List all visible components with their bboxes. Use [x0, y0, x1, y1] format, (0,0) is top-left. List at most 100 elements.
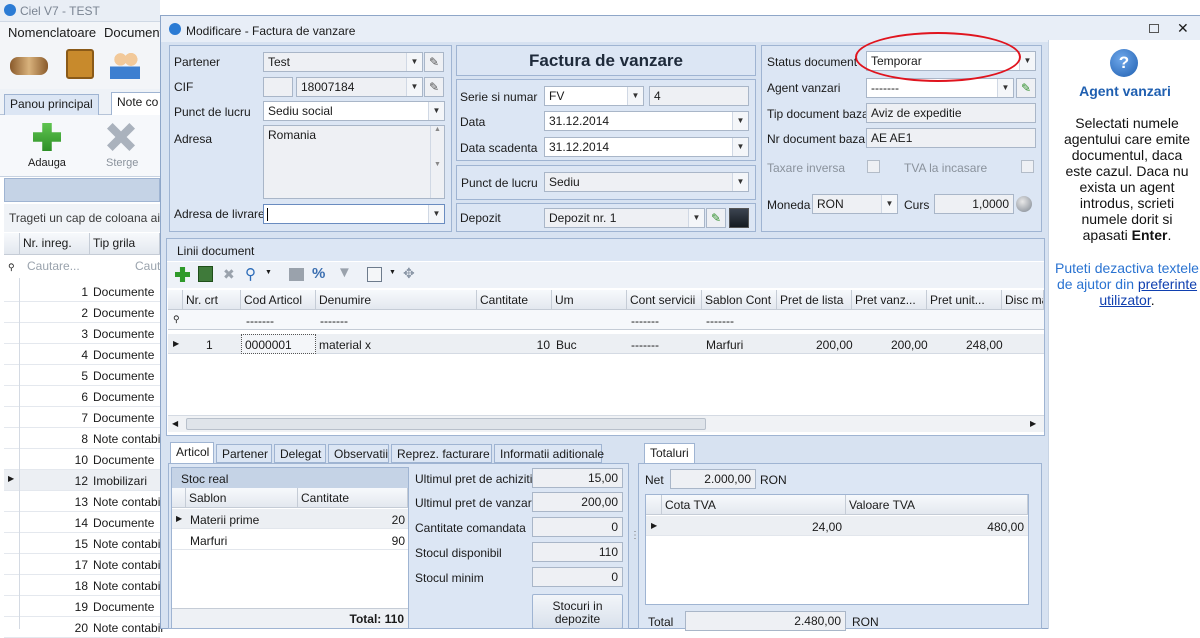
data-field[interactable]: 31.12.2014 ▼	[544, 111, 749, 131]
line-col-header[interactable]: Denumire	[316, 290, 477, 310]
partener-field[interactable]: Test ▼	[263, 52, 423, 72]
line-row[interactable]: ▶ 1 0000001 material x 10 Buc ------- Ma…	[168, 334, 1044, 354]
adresa-field[interactable]: Romania ▲ ▼	[263, 125, 445, 199]
tab-panou-principal[interactable]: Panou principal	[4, 94, 99, 115]
line-col-header[interactable]: Cantitate	[477, 290, 552, 310]
table-row[interactable]: 6 Documente	[4, 386, 160, 407]
chevron-down-icon[interactable]: ▼	[997, 79, 1013, 97]
line-col-header[interactable]: Cod Articol	[241, 290, 316, 310]
tab-articol[interactable]: Articol	[170, 442, 214, 464]
table-row[interactable]: 19 Documente	[4, 596, 160, 617]
depozit-edit-pencil-icon[interactable]: ✎	[706, 208, 726, 228]
table-row[interactable]: 8 Note contabil	[4, 428, 163, 449]
chevron-down-icon[interactable]: ▼	[688, 209, 704, 227]
total-field[interactable]: 2.480,00	[685, 611, 846, 631]
serie-field[interactable]: FV ▼	[544, 86, 644, 106]
stoc-minim-field[interactable]: 0	[532, 567, 623, 587]
restore-icon[interactable]	[1149, 24, 1159, 33]
punct-lucru-field[interactable]: Sediu social ▼	[263, 101, 445, 121]
line-col-header[interactable]: Um	[552, 290, 627, 310]
filter-cont[interactable]: -------	[631, 314, 659, 328]
tab-informatii-aditionale[interactable]: Informatii aditionale	[494, 444, 604, 463]
line-col-header[interactable]: Nr. crt	[183, 290, 241, 310]
tva-col-valoare[interactable]: Valoare TVA	[846, 495, 1028, 515]
tab-note-contabile[interactable]: Note co	[111, 92, 165, 115]
chevron-down-icon[interactable]: ▼	[881, 195, 897, 213]
punct2-field[interactable]: Sediu ▼	[544, 172, 749, 192]
search-tip[interactable]: Caut	[132, 256, 162, 276]
table-view-icon[interactable]	[367, 267, 382, 282]
curs-refresh-icon[interactable]	[1016, 196, 1032, 212]
stoc-col-sablon[interactable]: Sablon	[186, 488, 298, 508]
table-row[interactable]: 14 Documente	[4, 512, 160, 533]
numar-field[interactable]: 4	[649, 86, 749, 106]
chevron-down-icon[interactable]: ▼	[732, 138, 748, 156]
tva-row[interactable]: ▶ 24,00 480,00	[646, 516, 1028, 536]
table-row[interactable]: 2 Documente	[4, 302, 160, 323]
stoc-col-cantitate[interactable]: Cantitate	[298, 488, 408, 508]
agent-edit-pencil-icon[interactable]: ✎	[1016, 78, 1036, 98]
table-row[interactable]: 3 Documente	[4, 323, 160, 344]
table-row[interactable]: 7 Documente	[4, 407, 160, 428]
nr-baza-field[interactable]: AE AE1	[866, 128, 1036, 148]
move-down-icon[interactable]: ▼	[337, 264, 352, 281]
handshake-icon[interactable]	[10, 57, 48, 75]
tab-partener[interactable]: Partener	[216, 444, 272, 463]
net-field[interactable]: 2.000,00	[670, 469, 756, 489]
add-button[interactable]: Adauga	[18, 121, 78, 173]
table-row[interactable]: 20 Note contabil	[4, 617, 163, 638]
col-tip-grila[interactable]: Tip grila	[90, 233, 160, 255]
menu-nomenclatoare[interactable]: Nomenclatoare	[8, 25, 96, 40]
tab-reprez-facturare[interactable]: Reprez. facturare	[391, 444, 492, 463]
search-icon[interactable]: ⚲	[245, 265, 256, 283]
table-row[interactable]: 1 Documente	[4, 281, 160, 302]
chevron-down-icon[interactable]: ▼	[1019, 52, 1035, 70]
depozit-chart-icon[interactable]	[729, 208, 749, 228]
depozit-field[interactable]: Depozit nr. 1 ▼	[544, 208, 705, 228]
move-icon[interactable]: ✥	[403, 265, 415, 282]
chevron-down-icon[interactable]: ▼	[389, 269, 396, 276]
adresa-livrare-field[interactable]: ▼	[263, 204, 445, 224]
users-icon[interactable]	[110, 51, 140, 79]
chevron-down-icon[interactable]: ▼	[428, 102, 444, 120]
lines-hscrollbar[interactable]: ◀ ▶	[168, 415, 1044, 432]
table-row[interactable]: 12 Imobilizari	[4, 470, 160, 491]
stoc-row[interactable]: Marfuri 90	[172, 530, 408, 550]
moneda-field[interactable]: RON ▼	[812, 194, 898, 214]
curs-field[interactable]: 1,0000	[934, 194, 1014, 214]
line-col-header[interactable]: Cont servicii	[627, 290, 702, 310]
scroll-right-icon[interactable]: ▶	[1030, 419, 1036, 428]
table-row[interactable]: 5 Documente	[4, 365, 160, 386]
tab-totaluri[interactable]: Totaluri	[644, 443, 695, 464]
stoc-disponibil-field[interactable]: 110	[532, 542, 623, 562]
cif-edit-pencil-icon[interactable]: ✎	[424, 77, 444, 97]
delete-line-icon[interactable]: ✖	[223, 266, 235, 283]
col-nr-inreg[interactable]: Nr. inreg.	[20, 233, 90, 255]
delete-button[interactable]: Sterge	[98, 121, 148, 173]
stoc-row[interactable]: ▶ Materii prime 20	[172, 509, 408, 529]
percent-icon[interactable]: %	[312, 265, 325, 282]
chevron-down-icon[interactable]: ▼	[406, 53, 422, 71]
filter-sablon[interactable]: -------	[706, 314, 734, 328]
tab-observatii[interactable]: Observatii	[328, 444, 389, 463]
line-col-header[interactable]: Disc ma	[1002, 290, 1044, 310]
close-icon[interactable]: ✕	[1177, 20, 1189, 37]
print-icon[interactable]	[289, 268, 304, 281]
clipboard-icon[interactable]	[66, 49, 94, 79]
table-row[interactable]: 10 Documente	[4, 449, 160, 470]
scroll-thumb[interactable]	[186, 418, 706, 430]
add-line-icon[interactable]	[175, 267, 190, 282]
tip-baza-field[interactable]: Aviz de expeditie	[866, 103, 1036, 123]
line-col-header[interactable]: Pret vanz...	[852, 290, 927, 310]
ultim-achizitie-field[interactable]: 15,00	[532, 468, 623, 488]
table-row[interactable]: 13 Note contabil	[4, 491, 163, 512]
add-multiple-icon[interactable]	[198, 266, 213, 282]
address-scrollbar[interactable]: ▲ ▼	[430, 126, 444, 198]
table-row[interactable]: 4 Documente	[4, 344, 160, 365]
chevron-down-icon[interactable]: ▼	[406, 78, 422, 96]
ultim-vanzare-field[interactable]: 200,00	[532, 492, 623, 512]
scroll-left-icon[interactable]: ◀	[172, 419, 178, 428]
line-col-header[interactable]: Sablon Cont	[702, 290, 777, 310]
table-row[interactable]: 17 Note contabil	[4, 554, 163, 575]
chevron-down-icon[interactable]: ▼	[732, 173, 748, 191]
